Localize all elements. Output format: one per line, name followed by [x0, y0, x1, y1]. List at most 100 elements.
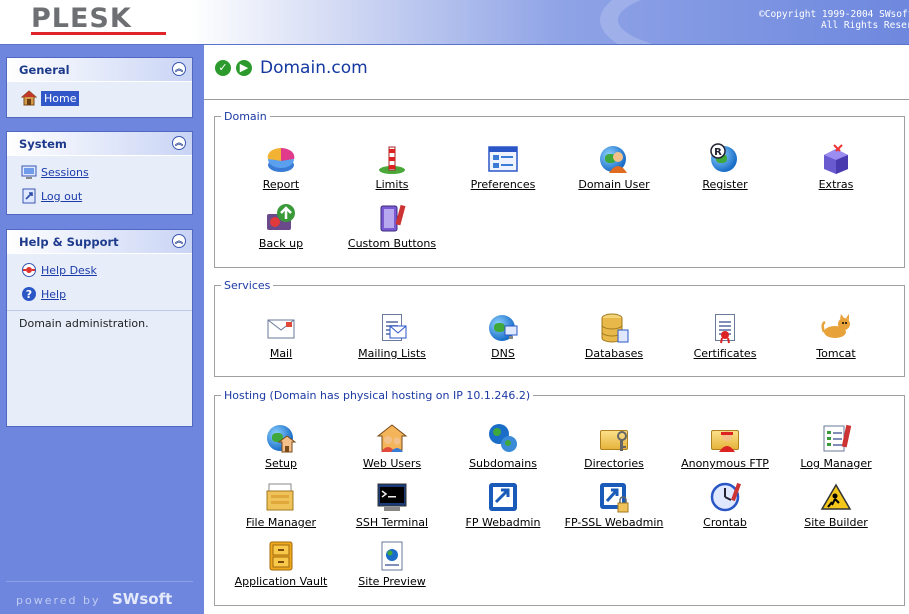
- domain-user-label[interactable]: Domain User: [578, 178, 649, 191]
- application-vault-label[interactable]: Application Vault: [235, 575, 328, 588]
- home-link[interactable]: Home: [41, 90, 80, 106]
- ssh-terminal-icon: [376, 481, 408, 513]
- certificates-icon: [709, 312, 741, 344]
- custom-buttons-icon: [376, 202, 408, 234]
- subdomains-icon: [487, 422, 519, 454]
- tool-file-manager[interactable]: File Manager: [226, 481, 336, 529]
- tool-web-users[interactable]: Web Users: [337, 422, 447, 470]
- sessions-link[interactable]: Sessions: [41, 166, 89, 179]
- custom-buttons-label[interactable]: Custom Buttons: [348, 237, 436, 250]
- backup-label[interactable]: Back up: [259, 237, 303, 250]
- ssh-terminal-label[interactable]: SSH Terminal: [356, 516, 428, 529]
- extras-label[interactable]: Extras: [819, 178, 854, 191]
- preferences-label[interactable]: Preferences: [471, 178, 536, 191]
- limits-label[interactable]: Limits: [376, 178, 409, 191]
- dns-icon: [487, 312, 519, 344]
- sidebar-item-sessions[interactable]: Sessions: [7, 160, 192, 184]
- helpdesk-link[interactable]: Help Desk: [41, 264, 97, 277]
- mail-icon: [265, 312, 297, 344]
- dns-label[interactable]: DNS: [491, 347, 515, 360]
- help-link[interactable]: Help: [41, 288, 66, 301]
- helpdesk-icon: [21, 262, 37, 278]
- svg-text:?: ?: [26, 288, 32, 301]
- tool-domain-user[interactable]: Domain User: [559, 143, 669, 191]
- tool-certificates[interactable]: Certificates: [670, 312, 780, 360]
- tool-subdomains[interactable]: Subdomains: [448, 422, 558, 470]
- certificates-label[interactable]: Certificates: [694, 347, 757, 360]
- sidebar-item-helpdesk[interactable]: Help Desk: [7, 258, 192, 282]
- help-panel-title: Help & Support ︽: [7, 230, 192, 254]
- web-users-label[interactable]: Web Users: [363, 457, 421, 470]
- tool-preferences[interactable]: Preferences: [448, 143, 558, 191]
- tool-back-up[interactable]: Back up: [226, 202, 336, 250]
- tool-fp-ssl-webadmin[interactable]: FP-SSL Webadmin: [559, 481, 669, 529]
- tool-log-manager[interactable]: Log Manager: [781, 422, 891, 470]
- help-title-text: Help & Support: [19, 235, 119, 249]
- fp-ssl-webadmin-label[interactable]: FP-SSL Webadmin: [565, 516, 664, 529]
- collapse-help-icon[interactable]: ︽: [172, 234, 186, 248]
- tool-ssh-terminal[interactable]: SSH Terminal: [337, 481, 447, 529]
- services-group-legend: Services: [224, 279, 271, 292]
- anonymous-ftp-label[interactable]: Anonymous FTP: [681, 457, 769, 470]
- tool-fp-webadmin[interactable]: FP Webadmin: [448, 481, 558, 529]
- logout-link[interactable]: Log out: [41, 190, 82, 203]
- general-panel-title: General ︽: [7, 58, 192, 82]
- system-panel: System ︽ Sessions Log out: [6, 131, 193, 215]
- report-label[interactable]: Report: [263, 178, 299, 191]
- swsoft-logo: SWsoft: [112, 590, 173, 608]
- tool-databases[interactable]: Databases: [559, 312, 669, 360]
- logout-icon: [21, 188, 37, 204]
- fp-webadmin-icon: [487, 481, 519, 513]
- tool-setup[interactable]: Setup: [226, 422, 336, 470]
- site-preview-label[interactable]: Site Preview: [358, 575, 425, 588]
- file-manager-label[interactable]: File Manager: [246, 516, 316, 529]
- tomcat-label[interactable]: Tomcat: [816, 347, 855, 360]
- tool-anonymous-ftp[interactable]: Anonymous FTP: [670, 422, 780, 470]
- home-icon: [20, 90, 38, 106]
- tool-site-preview[interactable]: Site Preview: [337, 540, 447, 588]
- mailing-lists-label[interactable]: Mailing Lists: [358, 347, 426, 360]
- tool-custom-buttons[interactable]: Custom Buttons: [337, 202, 447, 250]
- setup-label[interactable]: Setup: [265, 457, 297, 470]
- subdomains-label[interactable]: Subdomains: [469, 457, 537, 470]
- tool-tomcat[interactable]: Tomcat: [781, 312, 891, 360]
- log-manager-label[interactable]: Log Manager: [800, 457, 871, 470]
- site-builder-label[interactable]: Site Builder: [804, 516, 868, 529]
- crontab-icon: [709, 481, 741, 513]
- tool-mail[interactable]: Mail: [226, 312, 336, 360]
- crontab-label[interactable]: Crontab: [703, 516, 747, 529]
- sidebar-item-logout[interactable]: Log out: [7, 184, 192, 208]
- site-preview-icon: [376, 540, 408, 572]
- collapse-system-icon[interactable]: ︽: [172, 136, 186, 150]
- sidebar-item-home[interactable]: Home: [7, 86, 192, 110]
- report-icon: [265, 143, 297, 175]
- databases-icon: [598, 312, 630, 344]
- file-manager-icon: [265, 481, 297, 513]
- services-group: Services Mail Mailing Lists DNS Database…: [214, 279, 905, 377]
- tool-extras[interactable]: Extras: [781, 143, 891, 191]
- help-panel: Help & Support ︽ Help Desk ? Help Domain…: [6, 229, 193, 427]
- tool-crontab[interactable]: Crontab: [670, 481, 780, 529]
- copyright-line-1: ©Copyright 1999-2004 SWsoft.: [759, 9, 909, 20]
- general-title-text: General: [19, 63, 70, 77]
- register-label[interactable]: Register: [702, 178, 747, 191]
- tool-directories[interactable]: Directories: [559, 422, 669, 470]
- collapse-general-icon[interactable]: ︽: [172, 62, 186, 76]
- tool-register[interactable]: R Register: [670, 143, 780, 191]
- mail-label[interactable]: Mail: [270, 347, 292, 360]
- application-vault-icon: [265, 540, 297, 572]
- sidebar-item-help[interactable]: ? Help: [7, 282, 192, 306]
- tool-report[interactable]: Report: [226, 143, 336, 191]
- tool-application-vault[interactable]: Application Vault: [226, 540, 336, 588]
- hosting-group: Hosting (Domain has physical hosting on …: [214, 389, 905, 606]
- tool-limits[interactable]: Limits: [337, 143, 447, 191]
- tool-mailing-lists[interactable]: Mailing Lists: [337, 312, 447, 360]
- extras-icon: [820, 143, 852, 175]
- tool-site-builder[interactable]: Site Builder: [781, 481, 891, 529]
- page-title: Domain.com: [260, 58, 368, 78]
- powered-by-text: powered by: [16, 594, 101, 607]
- directories-label[interactable]: Directories: [584, 457, 644, 470]
- databases-label[interactable]: Databases: [585, 347, 643, 360]
- tool-dns[interactable]: DNS: [448, 312, 558, 360]
- fp-webadmin-label[interactable]: FP Webadmin: [466, 516, 541, 529]
